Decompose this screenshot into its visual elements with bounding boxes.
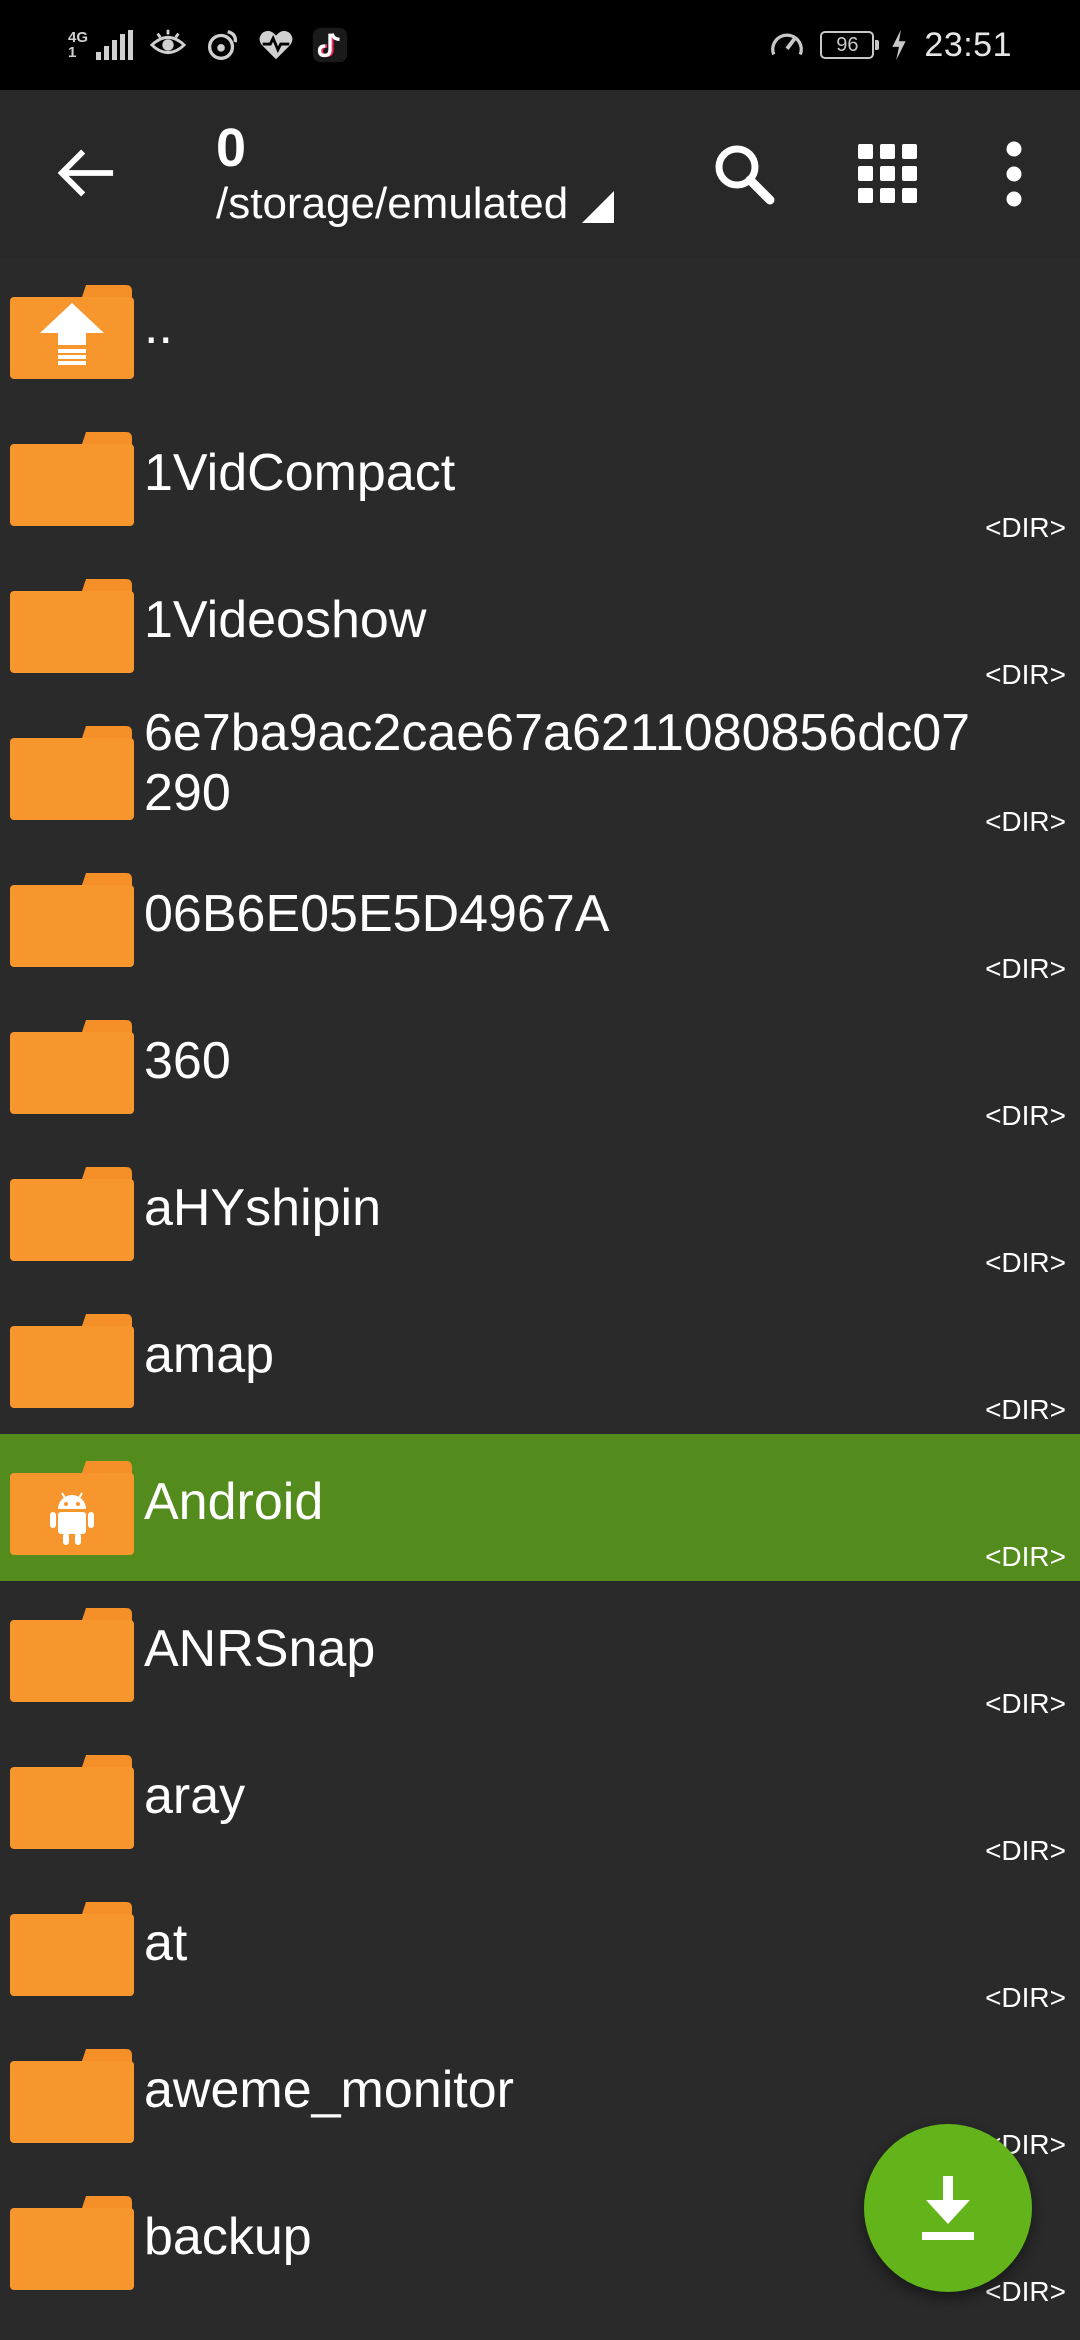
file-name: .. (144, 297, 173, 355)
file-row[interactable]: 1Videoshow <DIR> (0, 552, 1080, 699)
file-name: Android (144, 1473, 324, 1531)
dir-tag: <DIR> (985, 1982, 1066, 2013)
dropdown-triangle-icon (582, 191, 615, 223)
file-row[interactable]: at <DIR> (0, 1875, 1080, 2022)
download-fab-button[interactable] (864, 2124, 1032, 2292)
folder-up-icon (10, 285, 134, 379)
file-name: 360 (144, 1032, 231, 1090)
back-arrow-icon[interactable] (54, 142, 116, 204)
file-name: at (144, 1914, 188, 1972)
file-row[interactable]: ANRSnap <DIR> (0, 1581, 1080, 1728)
charging-icon (892, 29, 907, 61)
grid-view-icon[interactable] (854, 140, 922, 208)
toolbar: 0 /storage/emulated (0, 90, 1080, 258)
health-icon (259, 30, 293, 60)
download-icon (922, 2176, 974, 2240)
folder-icon (10, 1020, 134, 1114)
folder-icon (10, 579, 134, 673)
folder-icon (10, 873, 134, 967)
tiktok-icon (312, 27, 348, 63)
file-name: aHYshipin (144, 1179, 382, 1237)
file-name: backup (144, 2208, 312, 2266)
folder-icon (10, 2196, 134, 2290)
folder-icon (10, 432, 134, 526)
battery-icon: 96 (820, 31, 880, 59)
battery-level: 96 (836, 34, 859, 56)
dir-tag: <DIR> (985, 659, 1066, 690)
file-row[interactable]: 360 <DIR> (0, 993, 1080, 1140)
dir-tag: <DIR> (985, 2276, 1066, 2307)
folder-icon (10, 1755, 134, 1849)
file-row[interactable]: amap <DIR> (0, 1287, 1080, 1434)
status-right-icons: 96 23:51 (768, 22, 1012, 68)
status-left-icons: 4G 1 (68, 22, 349, 68)
file-row[interactable]: 6e7ba9ac2cae67a6211080856dc07290 <DIR> (0, 699, 1080, 846)
file-name: 06B6E05E5D4967A (144, 885, 610, 943)
eye-icon (149, 29, 187, 55)
folder-icon (10, 1608, 134, 1702)
weibo-icon (208, 30, 238, 60)
current-path[interactable]: /storage/emulated (216, 178, 615, 230)
file-name: amap (144, 1326, 275, 1384)
dir-tag: <DIR> (985, 1100, 1066, 1131)
file-name: aweme_monitor (144, 2061, 514, 2119)
dir-tag: <DIR> (985, 1835, 1066, 1866)
file-row[interactable]: aray <DIR> (0, 1728, 1080, 1875)
folder-icon (10, 1314, 134, 1408)
clock: 23:51 (924, 25, 1012, 64)
file-list[interactable]: .. 1VidCompact <DIR> 1Videoshow <DIR> 6e7ba9a… (0, 258, 1080, 2340)
file-row[interactable]: Android <DIR> (0, 1434, 1080, 1581)
dir-tag: <DIR> (985, 806, 1066, 837)
status-bar: 4G 1 96 23:51 (0, 0, 1080, 90)
signal-icon (96, 30, 134, 60)
more-vert-icon[interactable] (980, 140, 1048, 208)
file-name: ANRSnap (144, 1620, 376, 1678)
file-name: 1Videoshow (144, 591, 427, 649)
file-name: 1VidCompact (144, 444, 456, 502)
folder-icon (10, 726, 134, 820)
file-name: 6e7ba9ac2cae67a6211080856dc07290 (144, 704, 971, 822)
folder-icon (10, 2049, 134, 2143)
network-type: 4G 1 (68, 30, 88, 60)
dir-tag: <DIR> (985, 953, 1066, 984)
path-selector[interactable]: 0 /storage/emulated (216, 118, 615, 230)
file-row[interactable]: 1VidCompact <DIR> (0, 405, 1080, 552)
dir-tag: <DIR> (985, 1541, 1066, 1572)
file-name: aray (144, 1767, 246, 1825)
speed-icon (771, 33, 804, 56)
path-label: /storage/emulated (216, 179, 569, 228)
file-row[interactable]: aHYshipin <DIR> (0, 1140, 1080, 1287)
dir-tag: <DIR> (985, 512, 1066, 543)
network-sim-label: 1 (68, 44, 77, 61)
file-row[interactable]: 06B6E05E5D4967A <DIR> (0, 846, 1080, 993)
page-title: 0 (216, 118, 247, 178)
folder-android-icon (10, 1461, 134, 1555)
search-icon[interactable] (710, 140, 778, 208)
network-type-label: 4G (68, 29, 89, 46)
folder-icon (10, 1167, 134, 1261)
dir-tag: <DIR> (985, 1688, 1066, 1719)
dir-tag: <DIR> (985, 1394, 1066, 1425)
folder-icon (10, 1902, 134, 1996)
dir-tag: <DIR> (985, 1247, 1066, 1278)
file-row[interactable]: .. (0, 258, 1080, 405)
